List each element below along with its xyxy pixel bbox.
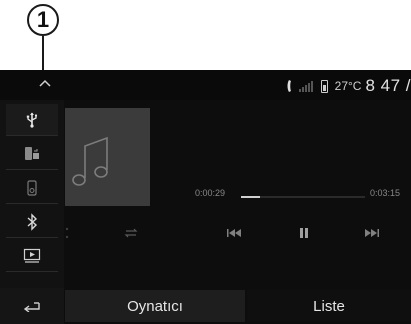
phone-icon (287, 79, 295, 93)
ipod-icon (27, 179, 37, 196)
playback-controls (65, 218, 411, 248)
signal-icon (298, 80, 317, 92)
battery-icon (320, 79, 328, 93)
clock: 8 47 / (365, 76, 411, 95)
total-time: 0:03:15 (370, 188, 401, 198)
tab-player[interactable]: Oynatıcı (65, 290, 245, 322)
back-arrow-icon (23, 302, 40, 312)
bottom-bar: Oynatıcı Liste (0, 288, 411, 324)
tab-player-label: Oynatıcı (127, 297, 183, 315)
album-art (65, 108, 150, 206)
chevron-up-icon[interactable] (35, 74, 55, 94)
next-track-icon[interactable] (361, 218, 383, 248)
status-indicators: 27°C 8 47 / (287, 74, 411, 98)
shuffle-icon[interactable] (61, 218, 73, 248)
phone-media-icon (25, 146, 39, 160)
sidebar-item-ipod[interactable] (6, 172, 58, 204)
status-bar: 27°C 8 47 / (0, 70, 411, 100)
progress-fill (241, 196, 260, 198)
sidebar-item-usb[interactable] (6, 104, 58, 136)
callout-marker: 1 (27, 4, 59, 36)
back-button[interactable] (0, 288, 64, 324)
repeat-icon[interactable] (120, 218, 142, 248)
sidebar-item-bluetooth[interactable] (6, 206, 58, 238)
media-screen: 27°C 8 47 / 0:00:29 0:03:15 Oynatıcı Lis… (0, 70, 411, 324)
usb-icon (26, 112, 38, 128)
tab-list[interactable]: Liste (247, 290, 411, 322)
previous-track-icon[interactable] (223, 218, 245, 248)
callout-number: 1 (36, 7, 50, 32)
progress-bar[interactable] (241, 196, 365, 198)
elapsed-time: 0:00:29 (195, 188, 226, 198)
pause-icon[interactable] (296, 218, 312, 248)
music-note-icon (72, 136, 108, 186)
sidebar-item-phone-media[interactable] (6, 138, 58, 170)
bluetooth-icon (27, 212, 38, 231)
temperature-readout: 27°C (334, 79, 362, 93)
tab-list-label: Liste (313, 297, 345, 315)
aux-icon (23, 248, 41, 263)
sidebar-item-aux[interactable] (6, 240, 58, 272)
